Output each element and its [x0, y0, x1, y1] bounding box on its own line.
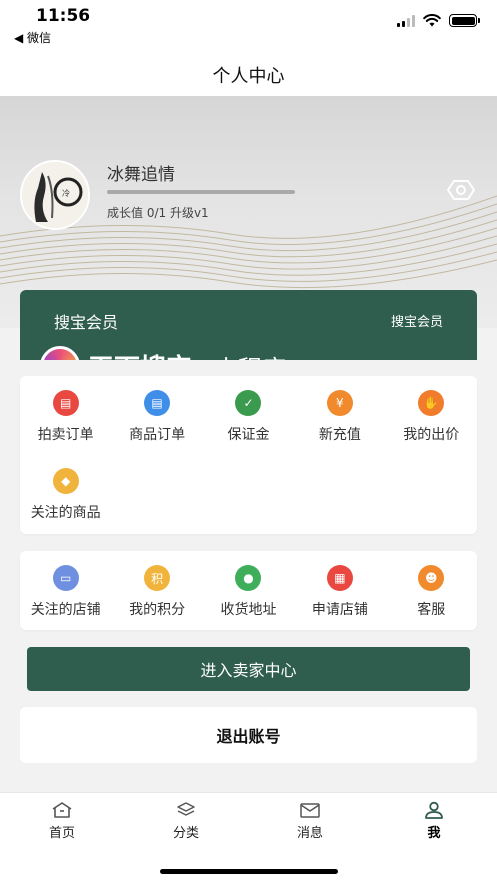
- category-layers-icon: [177, 802, 195, 816]
- tab-messages-label: 消息: [296, 826, 323, 841]
- svg-text:冷: 冷: [62, 188, 70, 198]
- status-time: 11:56: [36, 6, 91, 26]
- tab-home[interactable]: 首页: [32, 801, 92, 841]
- customer-service-icon: ☻: [418, 565, 445, 591]
- growth-progress-bar: [107, 190, 295, 194]
- orders-item-label: 保证金: [227, 427, 270, 443]
- signal-icon: [397, 14, 415, 27]
- member-title: 搜宝会员: [54, 313, 119, 332]
- services-card: ▭ 关注的店铺 积我的积分 ● 收货地址 ▦ 申请店铺 ☻ 客服: [20, 551, 477, 630]
- services-item-label: 我的积分: [129, 602, 186, 618]
- services-item-label: 关注的店铺: [30, 602, 101, 618]
- avatar[interactable]: 冷: [20, 160, 90, 230]
- orders-item-label: 我的出价: [403, 427, 460, 443]
- orders-item-label: 新充值: [318, 427, 361, 443]
- username: 冰舞追情: [107, 165, 175, 185]
- member-card[interactable]: 搜宝会员 搜宝会员 天下搜宝 小程序: [20, 290, 477, 360]
- services-item-0[interactable]: ▭ 关注的店铺: [20, 565, 111, 643]
- orders-item-1[interactable]: ▤ 商品订单: [111, 390, 202, 468]
- home-indicator: [160, 869, 338, 874]
- tab-me-label: 我: [427, 826, 441, 841]
- message-mail-icon: [300, 803, 320, 818]
- visibility-toggle-icon[interactable]: [446, 178, 476, 202]
- services-item-label: 申请店铺: [311, 602, 368, 618]
- orders-item-3[interactable]: ¥ 新充值: [294, 390, 385, 468]
- member-link[interactable]: 搜宝会员: [391, 311, 443, 330]
- status-icons: [397, 14, 480, 27]
- deposit-shield-icon: ✓: [235, 390, 262, 416]
- followed-goods-icon: ◆: [52, 468, 79, 494]
- apply-store-icon: ▦: [326, 565, 353, 591]
- services-item-2[interactable]: ● 收货地址: [203, 565, 294, 643]
- services-grid: ▭ 关注的店铺积我的积分 ● 收货地址 ▦ 申请店铺 ☻ 客服: [20, 551, 477, 643]
- services-item-label: 客服: [417, 602, 446, 618]
- wifi-icon: [423, 14, 441, 27]
- bid-hand-icon: ✋: [418, 390, 445, 416]
- home-icon: [52, 802, 72, 818]
- member-promo-banner: 天下搜宝 小程序: [40, 346, 286, 360]
- orders-item-5[interactable]: ◆ 关注的商品: [20, 468, 111, 546]
- tab-home-label: 首页: [48, 826, 75, 841]
- user-icon: [425, 801, 443, 819]
- tab-me[interactable]: 我: [404, 801, 464, 841]
- growth-value: 成长值 0/1 升级v1: [107, 206, 209, 220]
- services-item-1[interactable]: 积我的积分: [111, 565, 202, 643]
- orders-item-0[interactable]: ▤ 拍卖订单: [20, 390, 111, 468]
- auction-order-icon: ▤: [52, 390, 79, 416]
- promo-suffix: 小程序: [214, 349, 286, 361]
- orders-item-2[interactable]: ✓ 保证金: [203, 390, 294, 468]
- promo-logo-icon: [40, 346, 80, 360]
- orders-item-4[interactable]: ✋ 我的出价: [386, 390, 477, 468]
- promo-text: 天下搜宝: [88, 348, 192, 361]
- tab-category-label: 分类: [172, 826, 199, 841]
- orders-card: ▤ 拍卖订单 ▤ 商品订单 ✓ 保证金 ¥ 新充值 ✋ 我的出价 ◆ 关注的商品: [20, 376, 477, 534]
- services-item-3[interactable]: ▦ 申请店铺: [294, 565, 385, 643]
- orders-item-label: 拍卖订单: [37, 427, 94, 443]
- back-to-wechat[interactable]: ◀ 微信: [14, 29, 51, 46]
- tab-messages[interactable]: 消息: [280, 801, 340, 841]
- followed-store-icon: ▭: [52, 565, 79, 591]
- tab-category[interactable]: 分类: [156, 801, 216, 841]
- goods-order-icon: ▤: [144, 390, 171, 416]
- services-item-4[interactable]: ☻ 客服: [386, 565, 477, 643]
- nav-bar: 个人中心: [0, 48, 497, 96]
- status-bar: 11:56 ◀ 微信: [0, 0, 497, 48]
- orders-item-label: 商品订单: [129, 427, 186, 443]
- location-pin-icon: ●: [235, 565, 262, 591]
- orders-grid: ▤ 拍卖订单 ▤ 商品订单 ✓ 保证金 ¥ 新充值 ✋ 我的出价 ◆ 关注的商品: [20, 376, 477, 546]
- avatar-ink-painting-icon: 冷: [22, 162, 88, 228]
- points-icon: 积: [144, 565, 171, 591]
- services-item-label: 收货地址: [220, 602, 277, 618]
- seller-center-button[interactable]: 进入卖家中心: [27, 647, 470, 691]
- battery-icon: [449, 14, 480, 27]
- recharge-yen-icon: ¥: [326, 390, 353, 416]
- page-title: 个人中心: [212, 66, 285, 87]
- logout-button[interactable]: 退出账号: [20, 707, 477, 763]
- orders-item-label: 关注的商品: [30, 505, 101, 521]
